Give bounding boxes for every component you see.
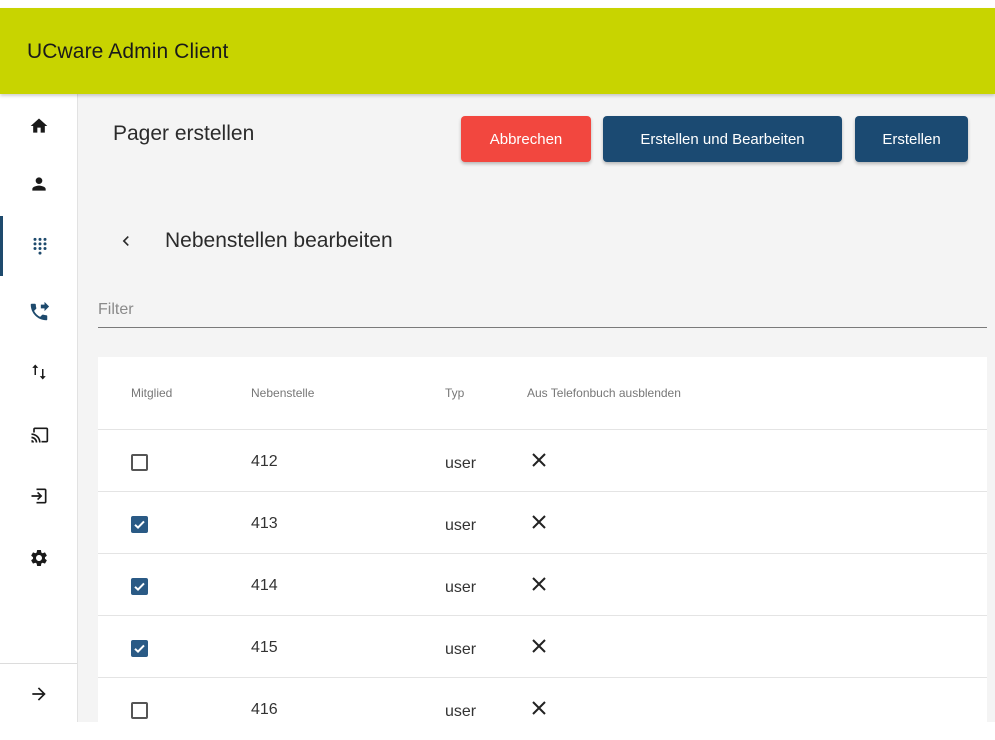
extension-type: user [445,703,477,720]
x-icon [529,698,549,718]
cast-icon [29,425,49,445]
sidebar-item-login[interactable] [0,466,77,526]
login-icon [29,486,49,506]
main-content: Pager erstellen Abbrechen Erstellen und … [78,94,995,722]
dialpad-icon [30,236,50,256]
member-checkbox[interactable] [131,454,148,471]
x-icon [529,450,549,470]
member-checkbox[interactable] [131,578,148,595]
table-row: 413 user [98,492,987,554]
column-header-member[interactable]: Mitglied [131,386,172,400]
x-icon [529,574,549,594]
column-header-extension[interactable]: Nebenstelle [251,386,314,400]
sidebar-item-home[interactable] [0,96,77,156]
sidebar-item-call-forwarding[interactable] [0,282,77,342]
sidebar-item-devices[interactable] [0,405,77,465]
sidebar-item-settings[interactable] [0,528,77,588]
table-row: 412 user [98,430,987,492]
column-header-hide-from-phonebook[interactable]: Aus Telefonbuch ausblenden [527,386,681,400]
person-icon [29,174,49,194]
create-button[interactable]: Erstellen [855,116,968,162]
phone-forward-icon [28,301,50,323]
column-header-type[interactable]: Typ [445,386,464,400]
table-row: 416 user [98,678,987,740]
extension-number: 414 [251,577,278,594]
swap-vert-icon [30,363,48,381]
sidebar-item-users[interactable] [0,154,77,214]
sidebar-item-transfers[interactable] [0,342,77,402]
extension-type: user [445,455,477,472]
table-row: 415 user [98,616,987,678]
extension-number: 415 [251,639,278,656]
extension-number: 416 [251,701,278,718]
cancel-button[interactable]: Abbrechen [461,116,591,162]
x-icon [529,636,549,656]
table-header: Mitglied Nebenstelle Typ Aus Telefonbuch… [98,357,987,430]
back-button[interactable] [114,231,138,255]
section-title: Nebenstellen bearbeiten [165,229,393,252]
sidebar-divider [0,663,77,664]
arrow-right-icon [29,684,49,704]
extensions-table: Mitglied Nebenstelle Typ Aus Telefonbuch… [98,357,987,722]
extension-number: 413 [251,515,278,532]
member-checkbox[interactable] [131,516,148,533]
x-icon [529,512,549,532]
extension-number: 412 [251,453,278,470]
app-title: UCware Admin Client [27,40,229,63]
page-title: Pager erstellen [113,122,255,145]
sidebar-item-extensions[interactable] [0,216,77,276]
app-header-bar: UCware Admin Client [0,8,995,94]
home-icon [29,116,49,136]
gear-icon [29,548,49,568]
extension-type: user [445,517,477,534]
filter-input[interactable] [98,292,987,328]
sidebar [0,94,78,722]
member-checkbox[interactable] [131,702,148,719]
sidebar-expand-button[interactable] [0,666,77,722]
extension-type: user [445,579,477,596]
create-and-edit-button[interactable]: Erstellen und Bearbeiten [603,116,842,162]
member-checkbox[interactable] [131,640,148,657]
extension-type: user [445,641,477,658]
chevron-left-icon [116,231,136,256]
table-row: 414 user [98,554,987,616]
